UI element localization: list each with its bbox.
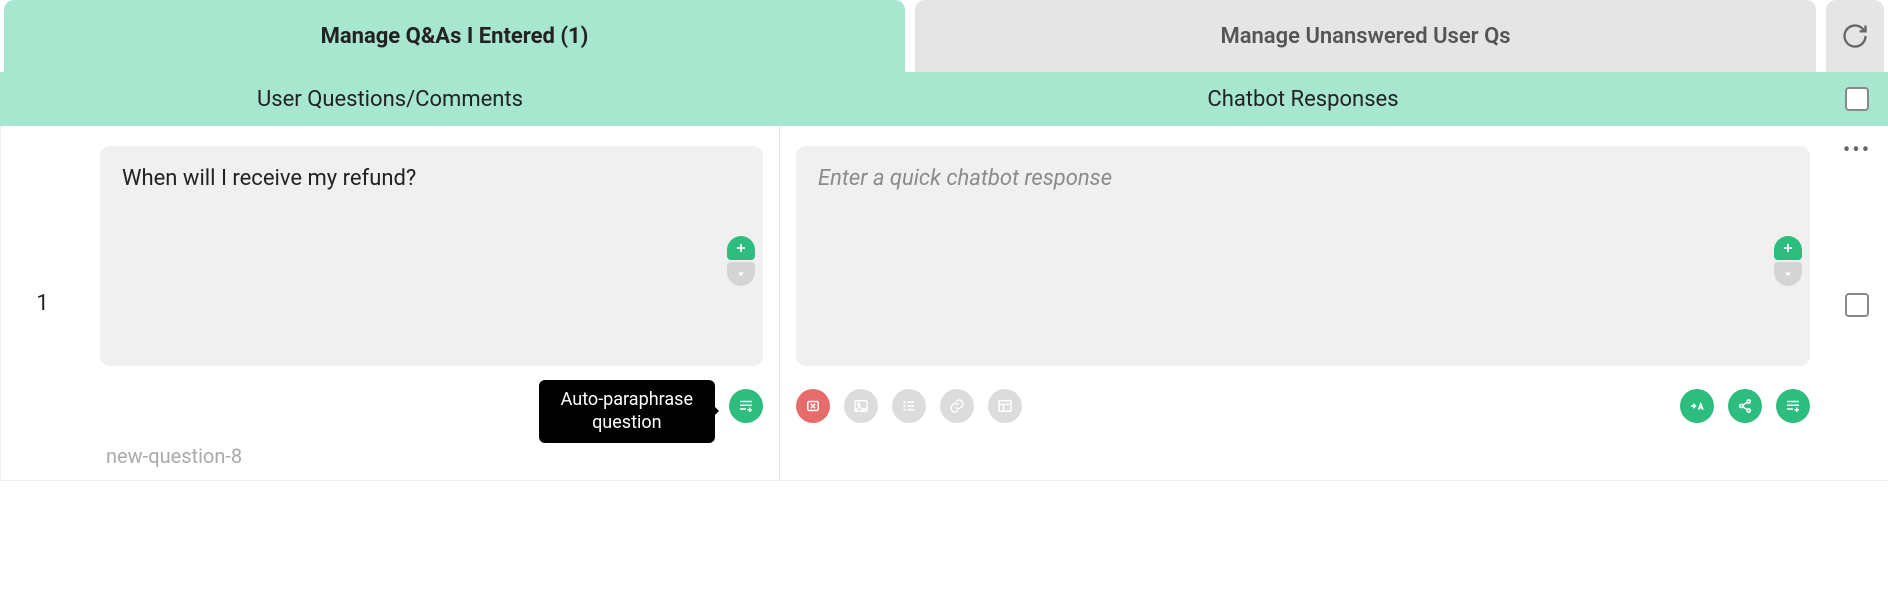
image-button[interactable]: [844, 389, 878, 423]
tabs-row: Manage Q&As I Entered (1) Manage Unanswe…: [0, 0, 1888, 72]
link-icon: [948, 397, 966, 415]
response-column: [780, 126, 1826, 480]
list-icon: [900, 397, 918, 415]
question-pill-controls: [727, 236, 755, 286]
plus-icon: [734, 241, 748, 255]
share-icon: [1736, 397, 1754, 415]
translate-button[interactable]: [1680, 389, 1714, 423]
response-textarea[interactable]: [796, 146, 1810, 366]
auto-paraphrase-tooltip: Auto-paraphrase question: [539, 380, 715, 443]
layout-icon: [996, 397, 1014, 415]
question-expand-button[interactable]: [727, 262, 755, 286]
refresh-button[interactable]: [1826, 0, 1884, 72]
delete-x-icon: [804, 397, 822, 415]
row-select-checkbox[interactable]: [1845, 293, 1869, 317]
list-button[interactable]: [892, 389, 926, 423]
chevron-down-icon: [1782, 268, 1794, 280]
question-column: Auto-paraphrase question new-question-8: [84, 126, 780, 480]
response-expand-button[interactable]: [1774, 262, 1802, 286]
template-button[interactable]: [988, 389, 1022, 423]
response-add-button[interactable]: [1774, 236, 1802, 260]
row-index: 1: [0, 126, 84, 480]
question-toolbar: Auto-paraphrase question: [100, 386, 763, 426]
add-template-button[interactable]: [1776, 389, 1810, 423]
translate-icon: [1688, 397, 1706, 415]
chevron-down-icon: [735, 268, 747, 280]
add-layout-icon: [1784, 397, 1802, 415]
refresh-icon: [1841, 22, 1869, 50]
image-icon: [852, 397, 870, 415]
header-chatbot-responses: Chatbot Responses: [780, 87, 1826, 112]
auto-paraphrase-button[interactable]: [729, 389, 763, 423]
qa-row: 1 Auto-paraphrase question new-question: [0, 126, 1888, 481]
plus-icon: [1781, 241, 1795, 255]
question-textarea[interactable]: [100, 146, 763, 366]
question-add-button[interactable]: [727, 236, 755, 260]
column-headers: User Questions/Comments Chatbot Response…: [0, 72, 1888, 126]
paraphrase-add-icon: [737, 397, 755, 415]
row-side-controls: •••: [1826, 126, 1888, 480]
select-all-checkbox[interactable]: [1845, 87, 1869, 111]
response-pill-controls: [1774, 236, 1802, 286]
tab-manage-entered-qas[interactable]: Manage Q&As I Entered (1): [4, 0, 905, 72]
share-button[interactable]: [1728, 389, 1762, 423]
delete-response-button[interactable]: [796, 389, 830, 423]
header-user-questions: User Questions/Comments: [0, 87, 780, 112]
row-more-menu[interactable]: •••: [1843, 138, 1871, 163]
response-toolbar: [796, 386, 1810, 426]
link-button[interactable]: [940, 389, 974, 423]
question-slug: new-question-8: [100, 444, 763, 468]
tab-manage-unanswered-qs[interactable]: Manage Unanswered User Qs: [915, 0, 1816, 72]
